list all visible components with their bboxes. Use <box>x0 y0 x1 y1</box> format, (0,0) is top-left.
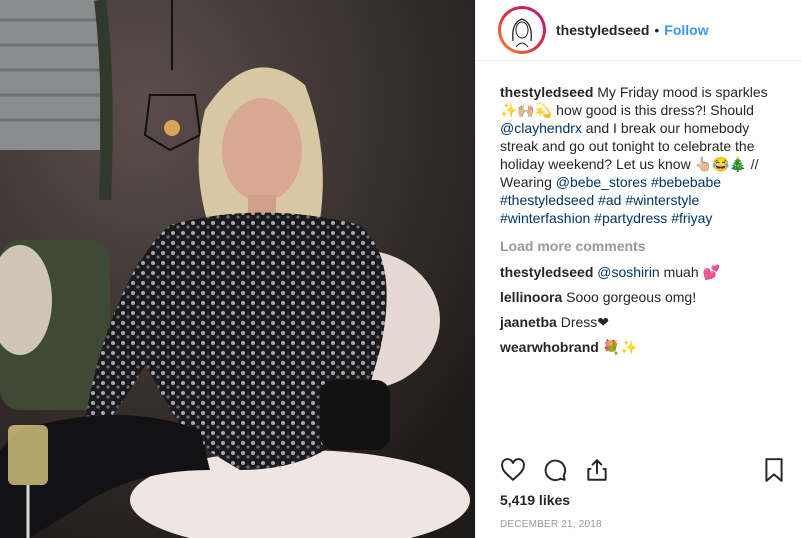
post-sidebar: thestyledseed • Follow thestyledseed My … <box>475 0 802 538</box>
comment-item: wearwhobrand 💐✨ <box>500 338 784 356</box>
comment-item: jaanetba Dress❤ <box>500 313 784 331</box>
action-bar <box>500 457 786 487</box>
load-more-comments-button[interactable]: Load more comments <box>500 237 784 255</box>
likes-count[interactable]: 5,419 likes <box>500 492 570 508</box>
share-icon[interactable] <box>584 457 610 488</box>
avatar-illustration-icon <box>503 11 541 49</box>
avatar[interactable] <box>498 6 546 54</box>
caption-mention-clayhendrx[interactable]: @clayhendrx <box>500 120 582 136</box>
post-header: thestyledseed • Follow <box>476 0 802 61</box>
post-photo[interactable] <box>0 0 475 538</box>
post-date[interactable]: DECEMBER 21, 2018 <box>500 519 602 530</box>
comment-mention[interactable]: @soshirin <box>597 264 659 280</box>
post-image <box>0 0 475 538</box>
comment-text: muah 💕 <box>659 264 720 280</box>
comment-username[interactable]: wearwhobrand <box>500 339 599 355</box>
heart-icon[interactable] <box>500 457 526 488</box>
comment-item: lellinoora Sooo gorgeous omg! <box>500 288 784 306</box>
caption-username[interactable]: thestyledseed <box>500 84 593 100</box>
comment-item: thestyledseed @soshirin muah 💕 <box>500 263 784 281</box>
comment-icon[interactable] <box>542 457 568 488</box>
comment-username[interactable]: lellinoora <box>500 289 562 305</box>
instagram-post: thestyledseed • Follow thestyledseed My … <box>0 0 802 538</box>
comment-text: 💐✨ <box>598 339 638 355</box>
comment-text: Dress❤ <box>556 314 609 330</box>
post-caption: thestyledseed My Friday mood is sparkles… <box>500 83 784 227</box>
separator-dot: • <box>654 22 660 38</box>
post-author-username[interactable]: thestyledseed <box>556 22 649 38</box>
bookmark-icon[interactable] <box>762 457 786 488</box>
comment-username[interactable]: thestyledseed <box>500 264 593 280</box>
caption-mention-bebe-stores[interactable]: @bebe_stores <box>556 174 647 190</box>
comment-username[interactable]: jaanetba <box>500 314 557 330</box>
avatar-image <box>501 9 543 51</box>
follow-button[interactable]: Follow <box>664 22 708 38</box>
comment-text: Sooo gorgeous omg! <box>562 289 697 305</box>
